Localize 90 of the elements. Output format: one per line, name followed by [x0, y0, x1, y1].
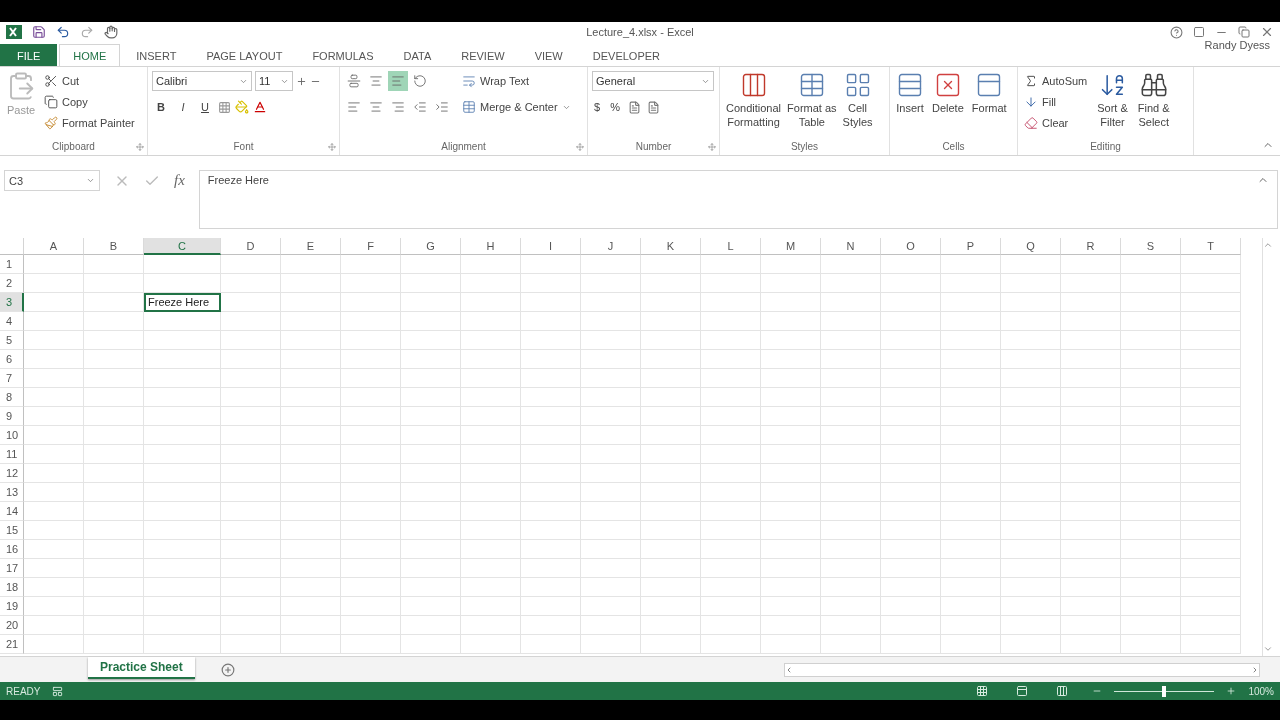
merge-center-button[interactable]: Merge & Center	[460, 97, 573, 117]
font-size-field[interactable]: 11	[255, 71, 293, 91]
user-name[interactable]: Randy Dyess	[1204, 39, 1270, 51]
insert-function-button[interactable]: fx	[174, 172, 185, 189]
bold-button[interactable]: B	[152, 97, 170, 117]
cells-button[interactable]: Delete	[930, 71, 966, 115]
group-label: Font	[233, 140, 254, 154]
zoom-reading[interactable]: 100%	[1248, 685, 1274, 697]
styles-button[interactable]: Cell Styles	[840, 71, 875, 129]
group-label: Editing	[1090, 140, 1121, 154]
row-header[interactable]: 2	[0, 274, 24, 293]
font-name-field[interactable]: Calibri	[152, 71, 252, 91]
row-header[interactable]: 3	[0, 293, 24, 312]
ribbon-tab[interactable]: PAGE LAYOUT	[192, 44, 297, 66]
row-header[interactable]: 4	[0, 312, 24, 331]
row-header[interactable]: 14	[0, 502, 24, 521]
ribbon-tab[interactable]: REVIEW	[447, 44, 519, 66]
group-label: Alignment	[441, 140, 486, 154]
ribbon-tab[interactable]: INSERT	[122, 44, 191, 66]
row-header[interactable]: 20	[0, 616, 24, 635]
ribbon-tab[interactable]: DATA	[389, 44, 446, 66]
ribbon-tab[interactable]: FILE	[0, 44, 58, 66]
column-header[interactable]: J	[581, 238, 641, 255]
column-header[interactable]: R	[1061, 238, 1121, 255]
window-title: Lecture_4.xlsx - Excel	[586, 26, 694, 38]
row-header[interactable]: 19	[0, 597, 24, 616]
column-header[interactable]: Q	[1001, 238, 1061, 255]
italic-button[interactable]: I	[174, 97, 192, 117]
active-cell[interactable]: Freeze Here	[144, 293, 221, 312]
autosum-button[interactable]: AutoSum	[1022, 71, 1090, 91]
row-header[interactable]: 12	[0, 464, 24, 483]
row-header[interactable]: 8	[0, 388, 24, 407]
cells-button[interactable]: Insert	[894, 71, 926, 115]
column-header[interactable]: S	[1121, 238, 1181, 255]
column-header[interactable]: K	[641, 238, 701, 255]
cells-button[interactable]: Format	[969, 71, 1009, 115]
column-header[interactable]: O	[881, 238, 941, 255]
underline-button[interactable]: U	[196, 97, 214, 117]
name-box[interactable]: C3	[4, 170, 100, 191]
row-header[interactable]: 10	[0, 426, 24, 445]
column-header[interactable]: H	[461, 238, 521, 255]
row-header[interactable]: 7	[0, 369, 24, 388]
percent-button[interactable]: %	[608, 97, 622, 117]
row-header[interactable]: 15	[0, 521, 24, 540]
ribbon-tab[interactable]: DEVELOPER	[578, 44, 674, 66]
styles-button[interactable]: Format as Table	[785, 71, 839, 129]
row-header[interactable]: 21	[0, 635, 24, 654]
column-header[interactable]: F	[341, 238, 401, 255]
sort-filter-button[interactable]: Sort & Filter	[1095, 71, 1130, 129]
column-header[interactable]: P	[941, 238, 1001, 255]
row-header[interactable]: 13	[0, 483, 24, 502]
ribbon-tab[interactable]: HOME	[59, 44, 121, 66]
row-header[interactable]: 6	[0, 350, 24, 369]
row-header[interactable]: 9	[0, 407, 24, 426]
column-header[interactable]: G	[401, 238, 461, 255]
cut-button[interactable]: Cut	[42, 71, 137, 91]
row-header[interactable]: 16	[0, 540, 24, 559]
find-select-button[interactable]: Find & Select	[1135, 71, 1172, 129]
format-painter-button[interactable]: Format Painter	[42, 113, 137, 133]
ribbon-tab[interactable]: VIEW	[520, 44, 577, 66]
group-label: Number	[635, 140, 672, 154]
ribbon-tab[interactable]: FORMULAS	[298, 44, 388, 66]
row-header[interactable]: 11	[0, 445, 24, 464]
group-label: Styles	[790, 140, 819, 154]
group-label: Cells	[942, 140, 965, 154]
column-header[interactable]: I	[521, 238, 581, 255]
column-header[interactable]: N	[821, 238, 881, 255]
column-header[interactable]: E	[281, 238, 341, 255]
copy-button[interactable]: Copy	[42, 92, 137, 112]
sheet-tab[interactable]: Practice Sheet	[88, 656, 195, 679]
wrap-text-button[interactable]: Wrap Text	[460, 71, 573, 91]
row-header[interactable]: 18	[0, 578, 24, 597]
column-header[interactable]: C	[144, 238, 221, 255]
currency-button[interactable]: $	[592, 97, 603, 117]
number-format-field[interactable]: General	[592, 71, 714, 91]
row-header[interactable]: 17	[0, 559, 24, 578]
group-label: Clipboard	[52, 140, 95, 154]
row-header[interactable]: 1	[0, 255, 24, 274]
column-header[interactable]: D	[221, 238, 281, 255]
fill-button[interactable]: Fill	[1022, 92, 1090, 112]
clear-button[interactable]: Clear	[1022, 113, 1090, 133]
row-header[interactable]: 5	[0, 331, 24, 350]
column-header[interactable]: A	[24, 238, 84, 255]
column-header[interactable]: B	[84, 238, 144, 255]
column-header[interactable]: L	[701, 238, 761, 255]
column-header[interactable]: M	[761, 238, 821, 255]
styles-button[interactable]: Conditional Formatting	[724, 71, 784, 129]
column-header[interactable]: T	[1181, 238, 1241, 255]
formula-field[interactable]: Freeze Here	[198, 170, 1278, 229]
status-text: READY	[6, 685, 41, 697]
